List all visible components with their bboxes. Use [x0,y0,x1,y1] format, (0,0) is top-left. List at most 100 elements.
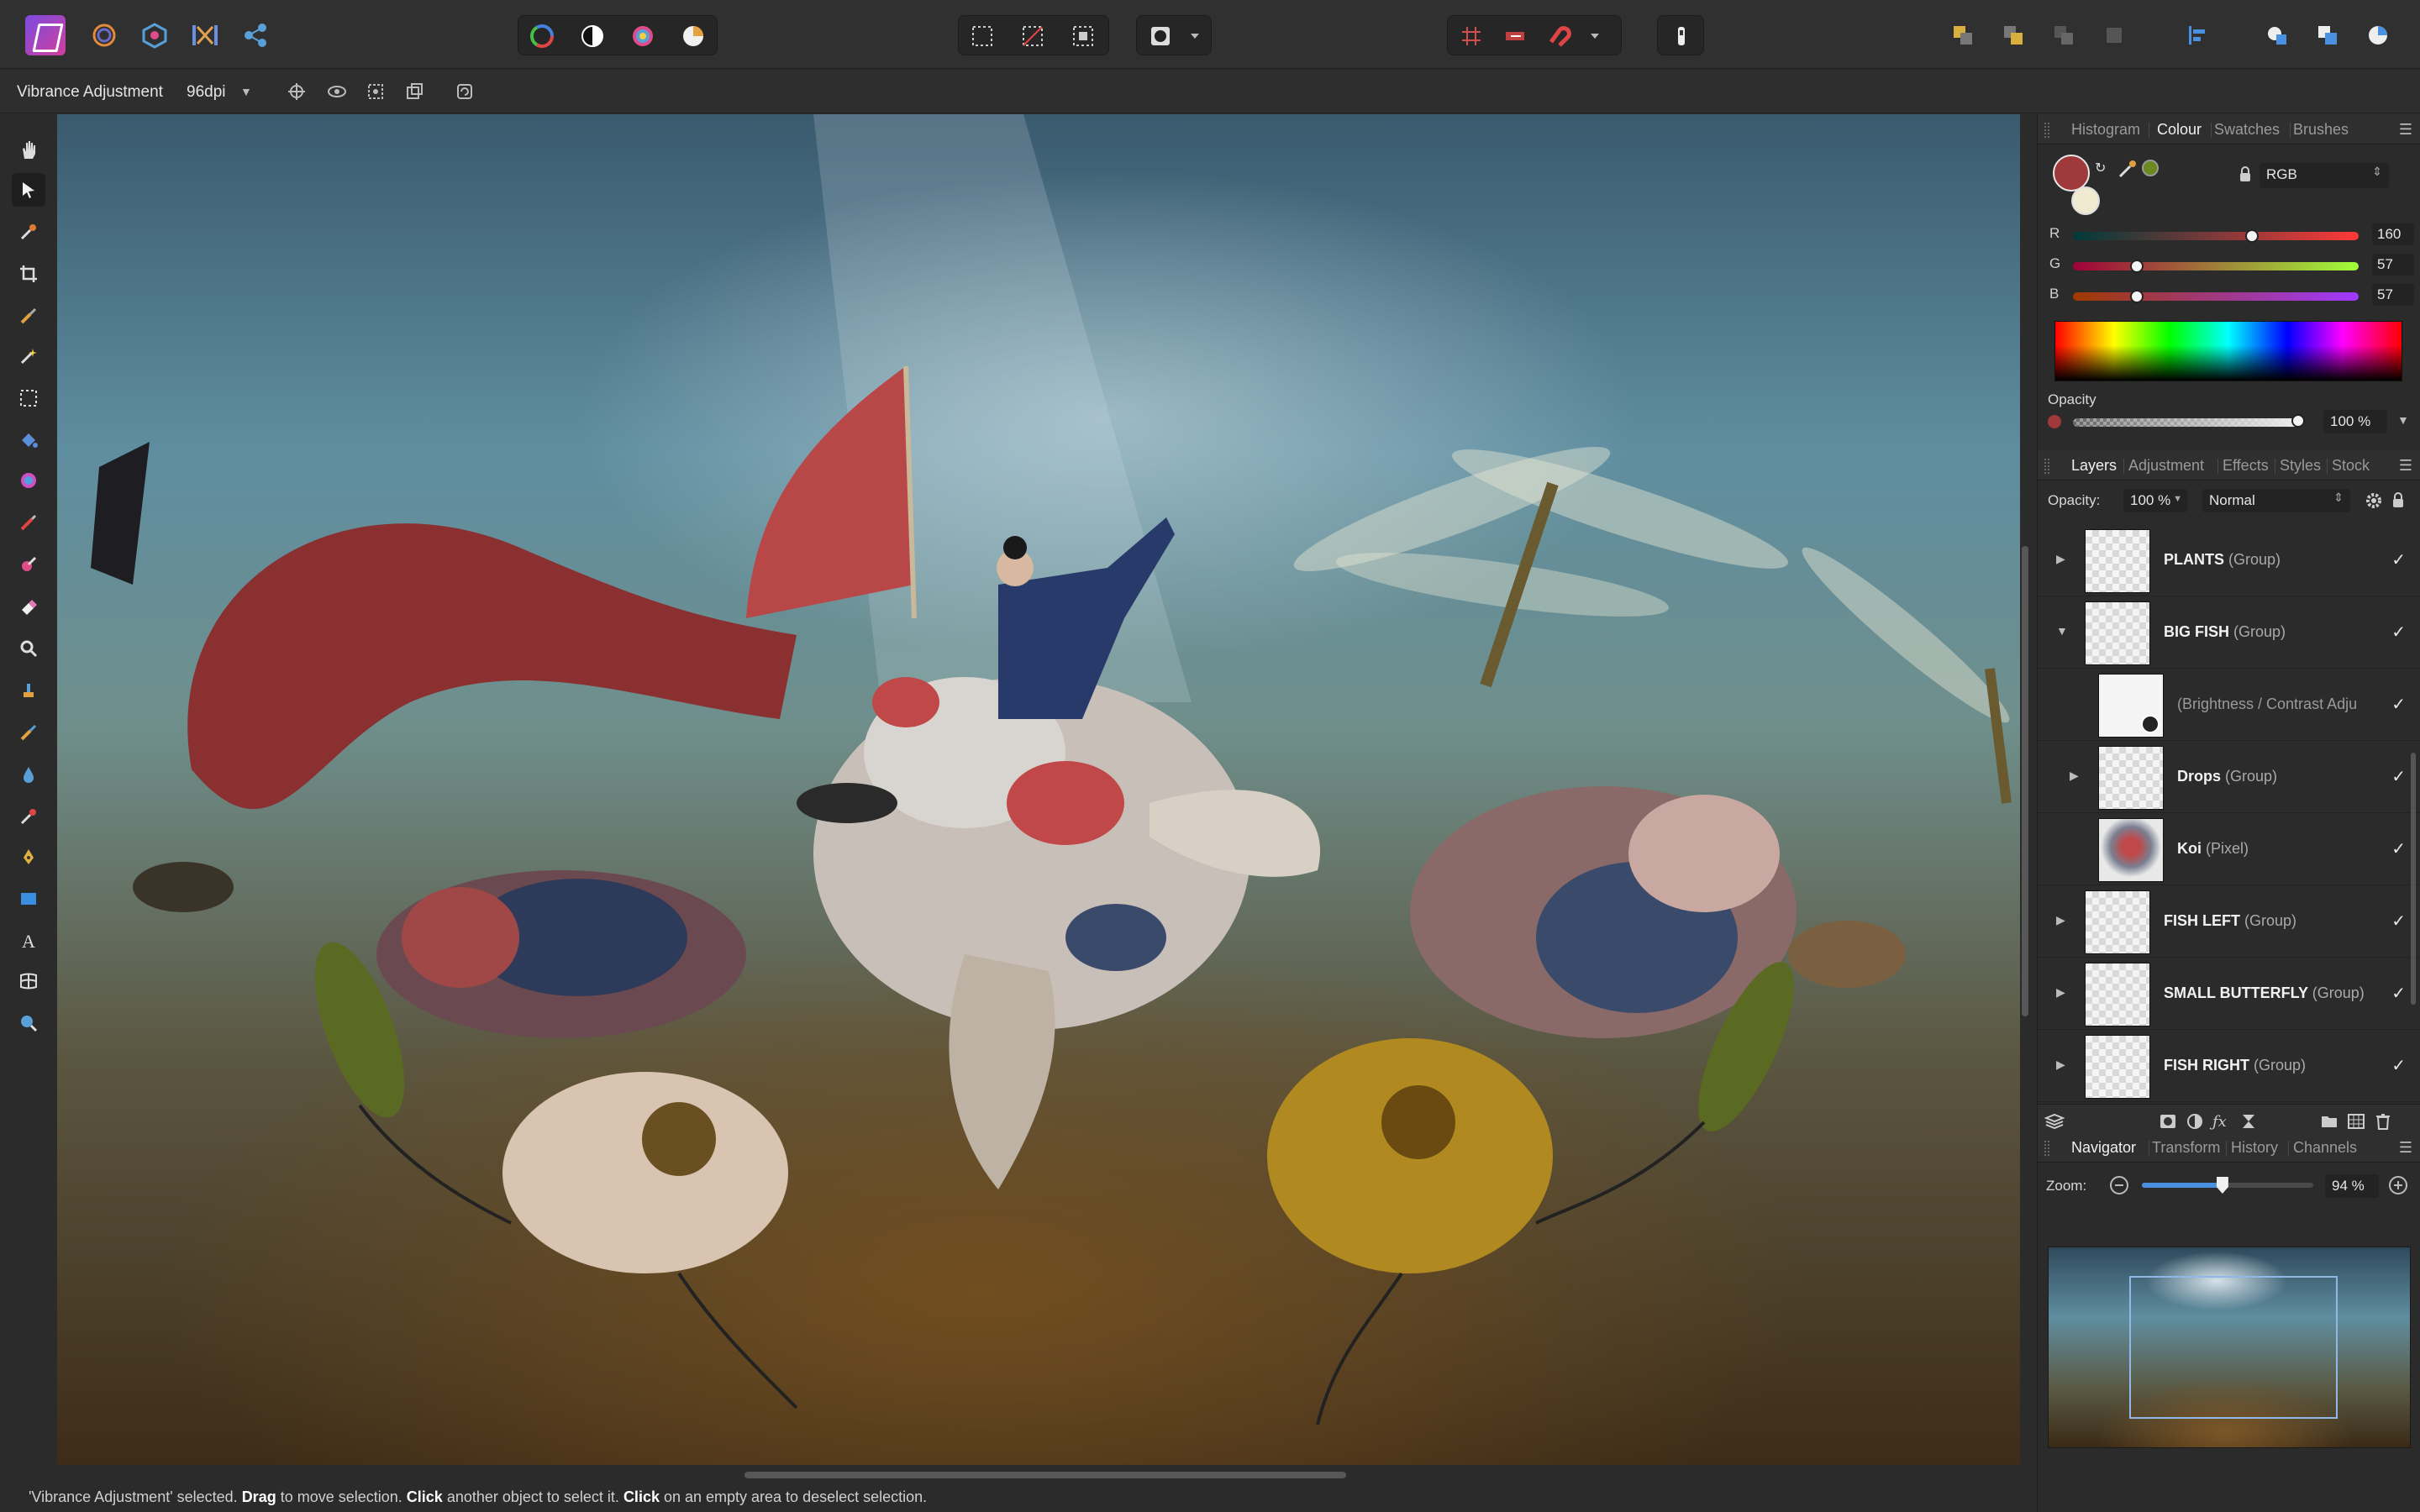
layer-stack-icon[interactable] [2044,1113,2065,1130]
quick-mask-icon[interactable] [1140,16,1181,56]
assistant-icon[interactable] [1661,16,1702,56]
primary-colour-swatch[interactable] [2053,155,2090,192]
layer-row-brightness-contrast[interactable]: (Brightness / Contrast Adju ✓ [2038,669,2420,741]
liquify-persona-icon[interactable] [84,15,124,55]
tab-brushes[interactable]: Brushes [2293,121,2349,139]
layer-opacity-field[interactable]: 100 % ▼ [2123,489,2187,512]
layer-row-small-butterfly[interactable]: ▶ SMALL BUTTERFLY (Group) ✓ [2038,958,2420,1030]
rectangle-tool-icon[interactable] [12,882,45,916]
mask-layer-icon[interactable] [2159,1113,2177,1130]
visibility-checkbox[interactable]: ✓ [2391,549,2406,570]
boolean-add-icon[interactable] [2257,15,2297,55]
r-slider[interactable] [2073,232,2359,240]
tab-styles[interactable]: Styles [2280,457,2321,475]
navigator-preview[interactable] [2048,1247,2411,1448]
contrast-icon[interactable] [572,16,613,56]
boolean-intersect-icon[interactable] [2358,15,2398,55]
g-slider[interactable] [2073,262,2359,270]
collapse-arrow-icon[interactable]: ▼ [2056,624,2068,638]
blur-tool-icon[interactable] [12,758,45,791]
expand-arrow-icon[interactable]: ▶ [2056,1058,2065,1072]
layer-row-plants[interactable]: ▶ PLANTS (Group) ✓ [2038,524,2420,596]
zoom-out-icon[interactable] [2110,1176,2128,1194]
panel-grip-icon[interactable] [2044,459,2049,474]
clone-tool-icon[interactable] [12,674,45,707]
colour-model-select[interactable]: RGB ⇕ [2260,163,2389,188]
saturation-icon[interactable] [623,16,663,56]
visibility-checkbox[interactable]: ✓ [2391,766,2406,787]
select-all-icon[interactable] [962,16,1002,56]
white-balance-icon[interactable] [673,16,713,56]
delete-layer-icon[interactable] [2374,1113,2392,1130]
develop-persona-icon[interactable] [134,15,175,55]
visibility-checkbox[interactable]: ✓ [2391,622,2406,643]
tab-layers[interactable]: Layers [2065,450,2123,483]
marquee-tool-icon[interactable] [12,381,45,415]
tab-adjustment[interactable]: Adjustment [2128,457,2204,475]
flood-select-tool-icon[interactable] [12,339,45,373]
new-group-folder-icon[interactable] [2320,1113,2338,1130]
b-slider[interactable] [2073,292,2359,301]
tone-mapping-persona-icon[interactable] [185,15,225,55]
colour-wheel-icon[interactable] [522,16,562,56]
tab-swatches[interactable]: Swatches [2214,121,2280,139]
panel-menu-icon[interactable]: ☰ [2399,457,2412,475]
live-filter-icon[interactable] [2239,1113,2258,1130]
adjustment-layer-icon[interactable] [2186,1113,2204,1130]
smudge-tool-icon[interactable] [12,800,45,833]
panel-menu-icon[interactable]: ☰ [2399,1139,2412,1157]
visibility-checkbox[interactable]: ✓ [2391,983,2406,1004]
panel-menu-icon[interactable]: ☰ [2399,121,2412,139]
selection-brush-tool-icon[interactable] [12,299,45,333]
colour-picker-icon[interactable] [2117,158,2139,184]
tab-effects[interactable]: Effects [2223,457,2269,475]
layer-row-koi[interactable]: Koi (Pixel) ✓ [2038,813,2420,885]
colour-picker-tool-icon[interactable] [12,215,45,249]
expand-arrow-icon[interactable]: ▶ [2070,769,2079,783]
fx-effects-icon[interactable]: ƒx [2212,1113,2231,1131]
opacity-dropdown-icon[interactable]: ▼ [2397,413,2409,427]
snapping-magnet-icon[interactable] [1539,16,1579,56]
colour-replacement-tool-icon[interactable] [12,548,45,581]
transform-bounds-icon[interactable] [402,80,427,103]
snapping-dropdown-icon[interactable] [1582,16,1607,56]
tab-transform[interactable]: Transform [2152,1139,2220,1157]
app-logo-icon[interactable] [25,15,66,55]
layers-scrollbar[interactable] [2411,753,2416,1005]
show-selection-box-icon[interactable] [324,80,350,103]
text-tool-icon[interactable]: A [12,924,45,958]
panel-grip-icon[interactable] [2044,123,2049,138]
expand-arrow-icon[interactable]: ▶ [2056,552,2065,566]
arrange-top-icon[interactable] [2094,15,2134,55]
layer-row-fish-right[interactable]: ▶ FISH RIGHT (Group) ✓ [2038,1030,2420,1102]
arrange-back-icon[interactable] [1943,15,1983,55]
blend-mode-select[interactable]: Normal ⇕ [2202,489,2350,512]
layer-row-big-fish[interactable]: ▼ BIG FISH (Group) ✓ [2038,596,2420,669]
align-icon[interactable] [2176,15,2217,55]
lock-icon[interactable] [2238,166,2253,181]
deselect-icon[interactable] [1013,16,1053,56]
expand-arrow-icon[interactable]: ▶ [2056,985,2065,1000]
swap-colours-icon[interactable]: ↻ [2095,160,2106,176]
vertical-scrollbar[interactable] [2022,546,2028,1016]
tab-history[interactable]: History [2231,1139,2278,1157]
panel-grip-icon[interactable] [2044,1141,2049,1156]
tab-stock[interactable]: Stock [2332,457,2370,475]
r-slider-knob[interactable] [2245,229,2260,243]
new-pixel-layer-icon[interactable] [2347,1113,2365,1130]
g-slider-knob[interactable] [2130,260,2144,273]
export-persona-icon[interactable] [235,15,276,55]
layer-row-drops[interactable]: ▶ Drops (Group) ✓ [2038,741,2420,813]
tab-channels[interactable]: Channels [2293,1139,2357,1157]
visibility-checkbox[interactable]: ✓ [2391,838,2406,859]
b-value-field[interactable]: 57 [2372,284,2414,306]
horizontal-scrollbar[interactable] [744,1472,1346,1478]
crop-tool-icon[interactable] [12,257,45,291]
arrange-front-icon[interactable] [2044,15,2084,55]
picked-colour-swatch[interactable] [2142,160,2159,176]
pen-tool-icon[interactable] [12,840,45,874]
dpi-dropdown-arrow-icon[interactable]: ▼ [240,85,252,98]
dodge-tool-icon[interactable] [12,632,45,665]
tab-navigator[interactable]: Navigator [2065,1132,2142,1165]
opacity-slider[interactable] [2073,418,2300,427]
